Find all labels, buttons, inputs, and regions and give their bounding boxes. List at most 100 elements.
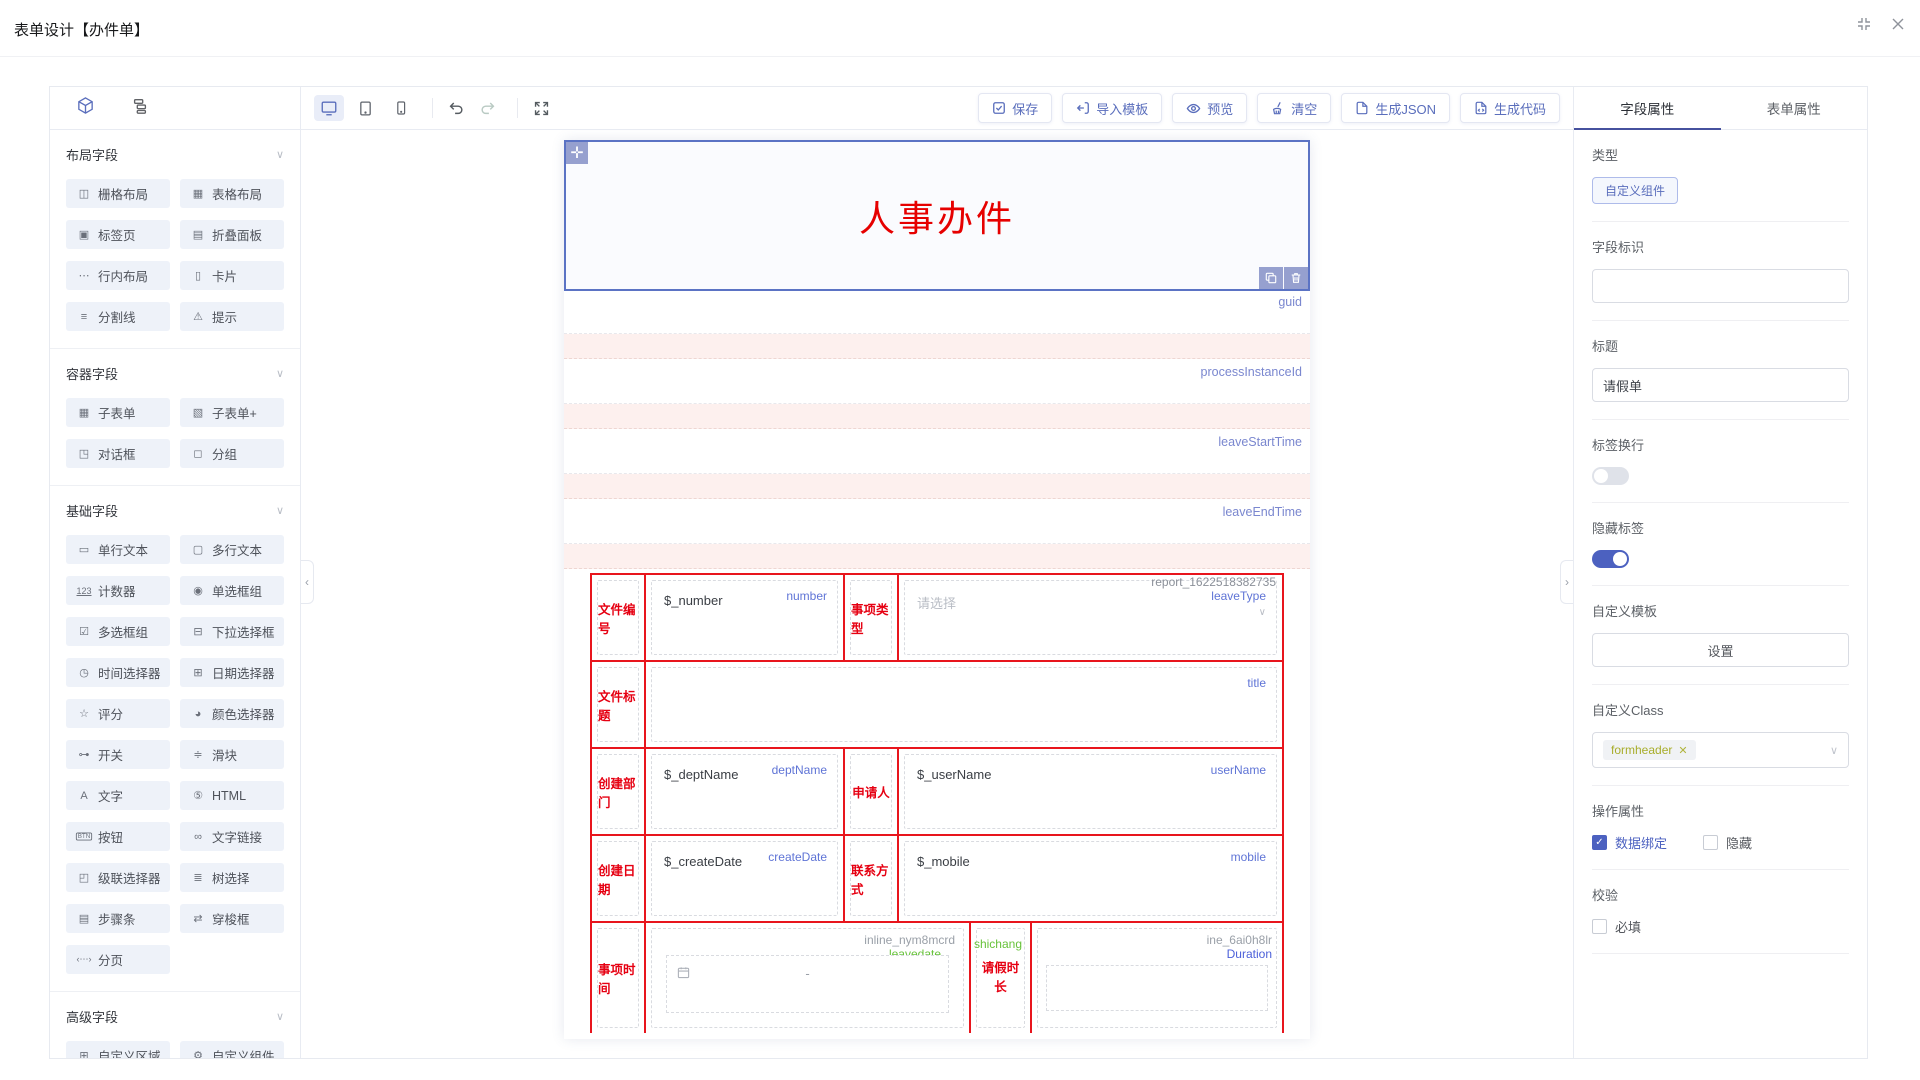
duration-field[interactable] [1046,965,1268,1011]
palette-item[interactable]: ▣标签页 [66,220,170,249]
hidden-field-row[interactable]: leaveStartTime [564,431,1310,474]
close-icon[interactable] [1890,16,1906,37]
report-table-component[interactable]: report_1622518382735 文件编号 $_numbernumber… [590,573,1284,1033]
palette-item[interactable]: ◳对话框 [66,439,170,468]
save-icon [992,101,1006,115]
palette-item[interactable]: 123计数器 [66,576,170,605]
hidden-field-row[interactable]: leaveEndTime [564,501,1310,544]
palette-item[interactable]: ◰级联选择器 [66,863,170,892]
clear-button[interactable]: 清空 [1257,93,1331,123]
date-range-cell[interactable]: inline_nym8mcrd leavedate - [646,923,971,1033]
palette-item[interactable]: ▦子表单 [66,398,170,427]
palette-item[interactable]: ⊶开关 [66,740,170,769]
palette-item[interactable]: ‹⋯›分页 [66,945,170,974]
palette-item[interactable]: ⊞日期选择器 [180,658,284,687]
palette-item[interactable]: ⇄穿梭框 [180,904,284,933]
custom-class-select[interactable]: formheader✕ ∨ [1592,732,1849,768]
preview-button[interactable]: 预览 [1172,93,1247,123]
outline-tree-icon[interactable] [131,97,149,120]
palette-item[interactable]: ☆评分 [66,699,170,728]
compress-icon[interactable] [1856,16,1872,37]
hidden-field-placeholder[interactable] [564,404,1310,429]
palette-item[interactable]: ≑滑块 [180,740,284,769]
undo-button[interactable] [443,95,469,121]
redo-button[interactable] [475,95,501,121]
device-tablet-button[interactable] [350,95,380,121]
device-desktop-button[interactable] [314,95,344,121]
move-handle-icon[interactable]: ✛ [566,142,588,164]
field-cell[interactable]: $_numbernumber [646,575,845,660]
hidden-field-row[interactable]: processInstanceId [564,361,1310,404]
import-template-button[interactable]: 导入模板 [1062,93,1162,123]
palette-item[interactable]: ⊟下拉选择框 [180,617,284,646]
hidden-field-placeholder[interactable] [564,474,1310,499]
label-wrap-toggle[interactable] [1592,467,1629,485]
palette-item[interactable]: ◫栅格布局 [66,179,170,208]
copy-component-button[interactable] [1259,267,1283,289]
palette-item[interactable]: ▤折叠面板 [180,220,284,249]
group-container-header[interactable]: 容器字段 ∨ [66,364,284,383]
palette-item[interactable]: ☑多选框组 [66,617,170,646]
palette-item[interactable]: ▤步骤条 [66,904,170,933]
hidden-field-row[interactable]: guid [564,291,1310,334]
device-phone-button[interactable] [386,95,416,121]
palette-item[interactable]: ▧子表单+ [180,398,284,427]
design-canvas[interactable]: ‹ › ✛ 人事办件 guid processInstanceId leav [301,130,1573,1058]
palette-item[interactable]: ≣树选择 [180,863,284,892]
palette-item[interactable]: ▢多行文本 [180,535,284,564]
required-checkbox[interactable]: 必填 [1592,917,1641,936]
palette-item[interactable]: ▭单行文本 [66,535,170,564]
generate-code-button[interactable]: 生成代码 [1460,93,1560,123]
hidden-checkbox[interactable]: 隐藏 [1703,833,1752,852]
field-cell[interactable]: title [646,662,1282,747]
palette-item[interactable]: ◻分组 [180,439,284,468]
custom-template-settings-button[interactable]: 设置 [1592,633,1849,667]
field-cell[interactable]: $_deptNamedeptName [646,749,845,834]
save-button[interactable]: 保存 [978,93,1052,123]
form-header-component[interactable]: ✛ 人事办件 [564,140,1310,291]
collapse-left-panel-handle[interactable]: ‹ [301,560,314,604]
palette-item[interactable]: ⊞自定义区域 [66,1041,170,1058]
palette-item[interactable]: A文字 [66,781,170,810]
trash-icon [1290,272,1302,284]
group-layout-header[interactable]: 布局字段 ∨ [66,145,284,164]
chevron-down-icon: ∨ [276,367,284,380]
remove-tag-icon[interactable]: ✕ [1678,744,1687,757]
field-id-input[interactable] [1592,269,1849,303]
divider-icon: ≡ [75,311,93,323]
generate-json-button[interactable]: 生成JSON [1341,93,1450,123]
field-value: $_deptName [664,767,738,782]
field-cell[interactable]: $_mobilemobile [899,836,1282,921]
palette-item[interactable]: ◷时间选择器 [66,658,170,687]
type-tag[interactable]: 自定义组件 [1592,177,1678,204]
palette-item[interactable]: ▦表格布局 [180,179,284,208]
components-cube-icon[interactable] [76,96,95,120]
palette-item[interactable]: ◕颜色选择器 [180,699,284,728]
delete-component-button[interactable] [1284,267,1308,289]
group-advanced-header[interactable]: 高级字段 ∨ [66,1007,284,1026]
tab-form-properties[interactable]: 表单属性 [1721,87,1868,129]
fullscreen-button[interactable] [528,95,554,121]
palette-item[interactable]: ⚠提示 [180,302,284,331]
palette-item[interactable]: ⚙自定义组件 [180,1041,284,1058]
palette-item[interactable]: ▯卡片 [180,261,284,290]
date-range-picker[interactable]: - [666,955,949,1013]
field-cell[interactable]: $_createDatecreateDate [646,836,845,921]
palette-item[interactable]: ⋯行内布局 [66,261,170,290]
group-basic-header[interactable]: 基础字段 ∨ [66,501,284,520]
hidden-field-placeholder[interactable] [564,334,1310,359]
field-cell[interactable]: $_userNameuserName [899,749,1282,834]
collapse-right-panel-handle[interactable]: › [1560,560,1573,604]
title-input[interactable] [1592,368,1849,402]
duration-cell[interactable]: ine_6ai0h8lr Duration [1032,923,1282,1033]
data-binding-checkbox[interactable]: ✓数据绑定 [1592,833,1667,852]
palette-item[interactable]: ⑤HTML [180,781,284,810]
palette-item[interactable]: ≡分割线 [66,302,170,331]
hide-label-toggle[interactable] [1592,550,1629,568]
label-wrap-label: 标签换行 [1592,435,1849,454]
palette-item[interactable]: ∞文字链接 [180,822,284,851]
palette-item[interactable]: ◉单选框组 [180,576,284,605]
hidden-field-placeholder[interactable] [564,544,1310,569]
tab-field-properties[interactable]: 字段属性 [1574,87,1721,129]
palette-item[interactable]: BTN按钮 [66,822,170,851]
